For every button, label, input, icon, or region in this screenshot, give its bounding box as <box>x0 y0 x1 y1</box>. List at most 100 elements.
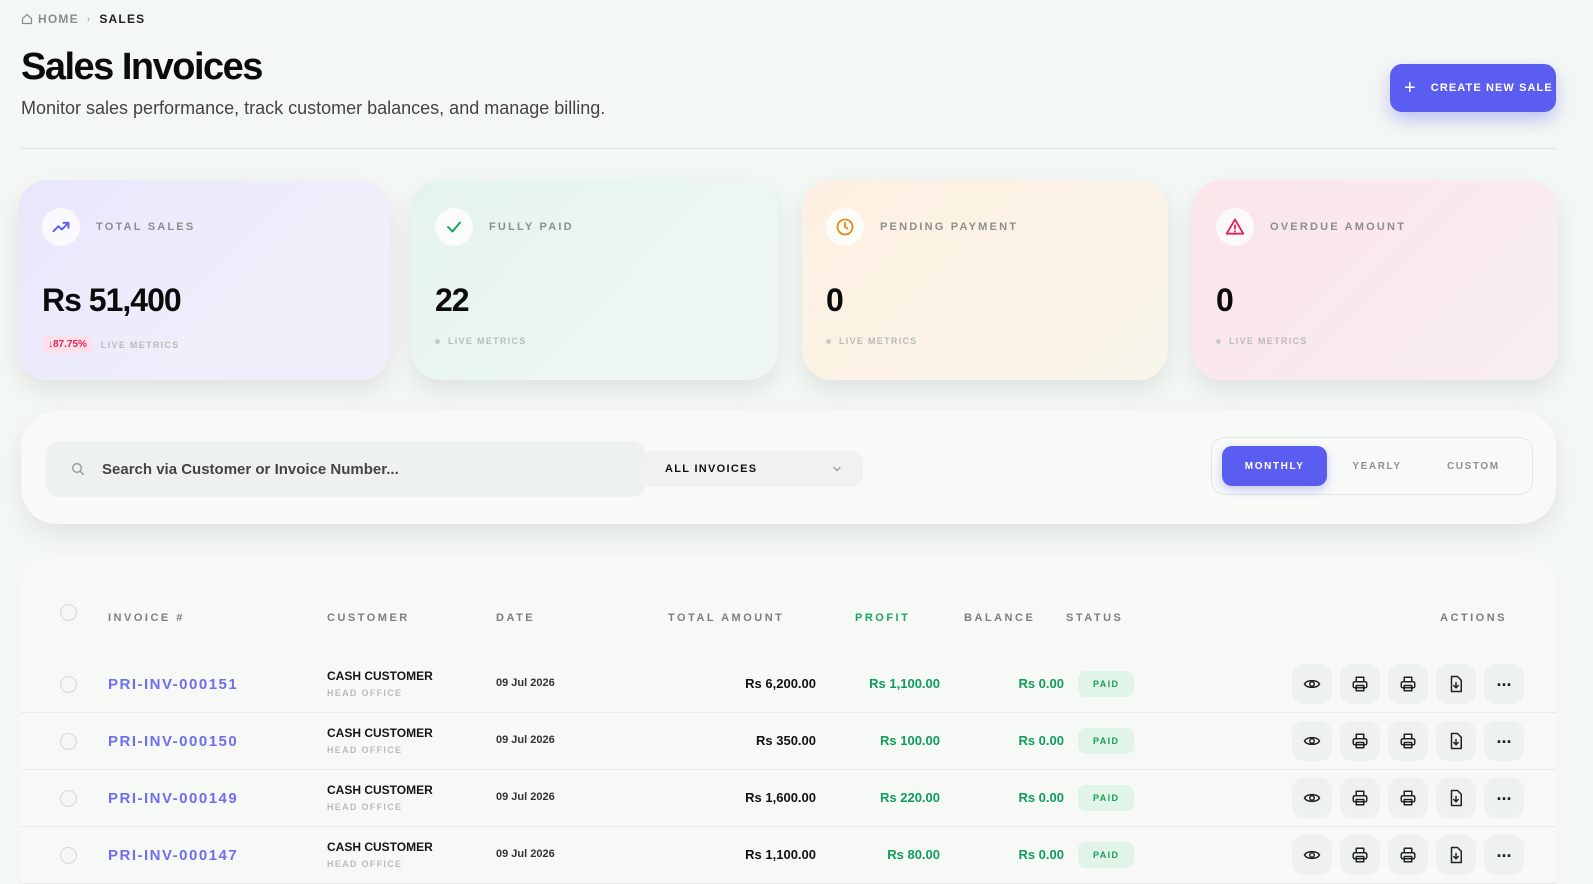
table-row[interactable]: PRI-INV-000151 CASH CUSTOMER HEAD OFFICE… <box>21 656 1556 713</box>
download-pdf-button[interactable] <box>1436 835 1476 875</box>
eye-icon <box>1303 850 1321 860</box>
printer-icon <box>1352 733 1368 749</box>
stat-value: 0 <box>1216 282 1234 318</box>
printer-icon <box>1400 676 1416 692</box>
breadcrumb-home-label: HOME <box>38 12 79 26</box>
row-checkbox[interactable] <box>60 847 77 864</box>
customer-name: CASH CUSTOMER <box>327 840 433 854</box>
download-pdf-button[interactable] <box>1436 721 1476 761</box>
eye-icon <box>1303 736 1321 746</box>
print-thermal-button[interactable] <box>1388 721 1428 761</box>
invoice-date: 09 Jul 2026 <box>496 734 555 746</box>
download-pdf-button[interactable] <box>1436 778 1476 818</box>
page-subtitle: Monitor sales performance, track custome… <box>21 98 606 118</box>
invoice-filter-select[interactable]: ALL INVOICES <box>641 451 863 487</box>
invoice-number-link[interactable]: PRI-INV-000147 <box>108 847 238 864</box>
stat-label: PENDING PAYMENT <box>880 221 1019 233</box>
column-header-invoice: INVOICE # <box>108 612 185 624</box>
balance-amount: Rs 0.00 <box>1018 847 1064 862</box>
print-thermal-button[interactable] <box>1388 778 1428 818</box>
file-download-icon <box>1450 675 1462 693</box>
period-yearly[interactable]: YEARLY <box>1329 446 1424 486</box>
printer-icon <box>1352 847 1368 863</box>
breadcrumb-home[interactable]: HOME <box>21 12 79 26</box>
download-pdf-button[interactable] <box>1436 664 1476 704</box>
printer-icon <box>1400 847 1416 863</box>
stat-value: 22 <box>435 282 470 318</box>
column-header-customer: CUSTOMER <box>327 612 410 624</box>
print-thermal-button[interactable] <box>1388 835 1428 875</box>
invoice-filter-value: ALL INVOICES <box>665 463 758 475</box>
more-icon: ... <box>1496 784 1512 804</box>
customer-branch: HEAD OFFICE <box>327 745 403 755</box>
more-actions-button[interactable]: ... <box>1484 721 1524 761</box>
balance-amount: Rs 0.00 <box>1018 733 1064 748</box>
file-download-icon <box>1450 732 1462 750</box>
customer-branch: HEAD OFFICE <box>327 802 403 812</box>
stat-label: FULLY PAID <box>489 221 574 233</box>
invoice-number-link[interactable]: PRI-INV-000150 <box>108 733 238 750</box>
stat-foot: LIVE METRICS <box>839 336 918 346</box>
breadcrumb-current: SALES <box>99 12 146 26</box>
print-thermal-button[interactable] <box>1388 664 1428 704</box>
more-actions-button[interactable]: ... <box>1484 835 1524 875</box>
stat-card-total-sales: TOTAL SALES Rs 51,400 ↓87.75% LIVE METRI… <box>18 180 390 380</box>
profit-amount: Rs 1,100.00 <box>869 676 940 691</box>
period-custom[interactable]: CUSTOM <box>1425 446 1522 486</box>
view-button[interactable] <box>1292 664 1332 704</box>
invoice-number-link[interactable]: PRI-INV-000149 <box>108 790 238 807</box>
printer-icon <box>1352 790 1368 806</box>
printer-icon <box>1352 676 1368 692</box>
table-row[interactable]: PRI-INV-000149 CASH CUSTOMER HEAD OFFICE… <box>21 770 1556 827</box>
stat-card-fully-paid: FULLY PAID 22 LIVE METRICS <box>411 180 778 380</box>
invoice-date: 09 Jul 2026 <box>496 848 555 860</box>
view-button[interactable] <box>1292 835 1332 875</box>
status-badge: PAID <box>1078 842 1135 868</box>
more-icon: ... <box>1496 670 1512 690</box>
table-row[interactable]: PRI-INV-000150 CASH CUSTOMER HEAD OFFICE… <box>21 713 1556 770</box>
column-header-status: STATUS <box>1066 612 1124 624</box>
invoice-date: 09 Jul 2026 <box>496 791 555 803</box>
row-checkbox[interactable] <box>60 733 77 750</box>
more-actions-button[interactable]: ... <box>1484 664 1524 704</box>
row-checkbox[interactable] <box>60 790 77 807</box>
create-new-sale-button[interactable]: + CREATE NEW SALE <box>1390 64 1556 112</box>
period-monthly[interactable]: MONTHLY <box>1222 446 1328 486</box>
invoice-date: 09 Jul 2026 <box>496 677 555 689</box>
stat-foot: LIVE METRICS <box>1229 336 1308 346</box>
print-button[interactable] <box>1340 835 1380 875</box>
printer-icon <box>1400 790 1416 806</box>
print-button[interactable] <box>1340 664 1380 704</box>
stat-label: TOTAL SALES <box>96 221 196 233</box>
row-checkbox[interactable] <box>60 676 77 693</box>
customer-cell: CASH CUSTOMER HEAD OFFICE <box>327 783 433 812</box>
view-button[interactable] <box>1292 778 1332 818</box>
create-new-sale-label: CREATE NEW SALE <box>1430 82 1553 94</box>
column-header-profit: PROFIT <box>855 612 911 624</box>
filter-bar: ALL INVOICES MONTHLY YEARLY CUSTOM <box>21 411 1556 524</box>
view-button[interactable] <box>1292 721 1332 761</box>
customer-cell: CASH CUSTOMER HEAD OFFICE <box>327 726 433 755</box>
period-toggle: MONTHLY YEARLY CUSTOM <box>1211 437 1533 495</box>
trend-up-icon <box>42 208 80 246</box>
table-row[interactable]: PRI-INV-000147 CASH CUSTOMER HEAD OFFICE… <box>21 827 1556 884</box>
change-badge: ↓87.75% <box>42 336 93 353</box>
file-download-icon <box>1450 846 1462 864</box>
more-actions-button[interactable]: ... <box>1484 778 1524 818</box>
profit-amount: Rs 220.00 <box>880 790 940 805</box>
invoice-number-link[interactable]: PRI-INV-000151 <box>108 676 238 693</box>
stat-label: OVERDUE AMOUNT <box>1270 221 1407 233</box>
search-input[interactable] <box>102 460 622 478</box>
stat-foot: LIVE METRICS <box>100 339 180 350</box>
print-button[interactable] <box>1340 778 1380 818</box>
breadcrumb: HOME › SALES <box>21 12 145 26</box>
customer-cell: CASH CUSTOMER HEAD OFFICE <box>327 840 433 869</box>
live-dot <box>435 338 440 344</box>
header-divider <box>21 148 1556 149</box>
customer-branch: HEAD OFFICE <box>327 859 403 869</box>
select-all-checkbox[interactable] <box>60 604 77 621</box>
column-header-total-amount: TOTAL AMOUNT <box>668 612 785 624</box>
print-button[interactable] <box>1340 721 1380 761</box>
chevron-right-icon: › <box>86 13 92 25</box>
status-badge: PAID <box>1078 671 1135 697</box>
